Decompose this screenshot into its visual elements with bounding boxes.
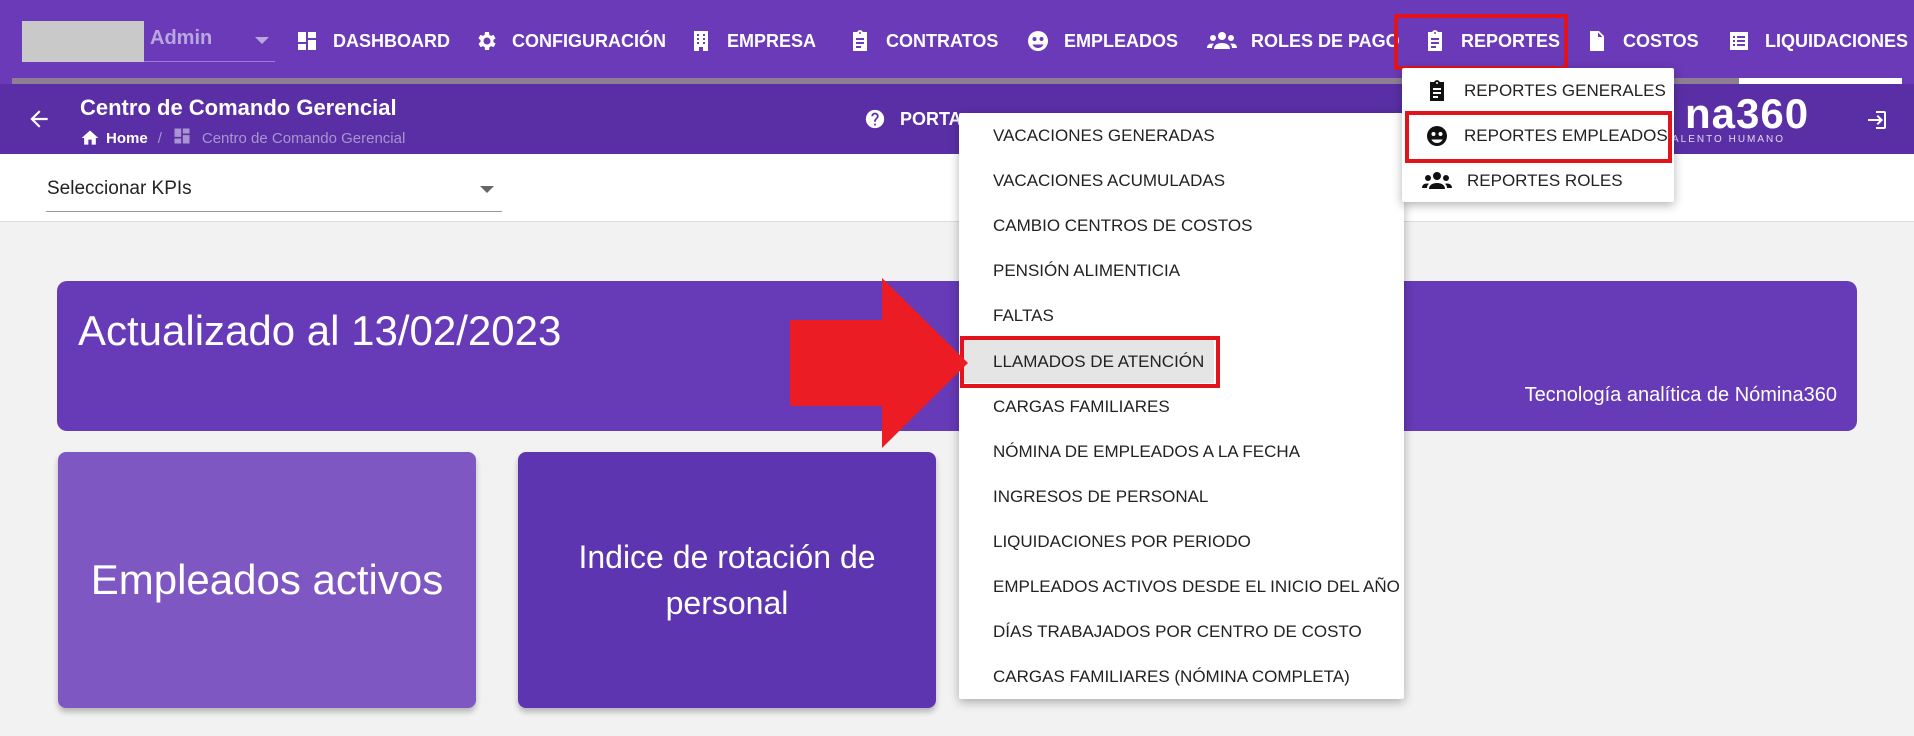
menu-item-vacaciones-acumuladas[interactable]: VACACIONES ACUMULADAS: [959, 158, 1404, 203]
nav-empleados[interactable]: EMPLEADOS: [1026, 22, 1178, 60]
nav-contratos[interactable]: CONTRATOS: [848, 22, 998, 60]
back-arrow-icon[interactable]: [26, 106, 52, 132]
kpi-select[interactable]: Seleccionar KPIs: [46, 176, 502, 212]
banner-subtitle: Tecnología analítica de Nómina360: [1524, 384, 1837, 406]
brand-tagline: ALENTO HUMANO: [1672, 134, 1786, 145]
portal-label: PORTA: [900, 108, 962, 129]
menu-item-faltas[interactable]: FALTAS: [959, 293, 1404, 338]
breadcrumb-separator: /: [157, 129, 162, 147]
chevron-down-icon: [255, 37, 269, 44]
reportes-empleados-submenu: VACACIONES GENERADAS VACACIONES ACUMULAD…: [959, 113, 1404, 699]
breadcrumb: Home / Centro de Comando Gerencial: [80, 126, 405, 150]
nav-empresa-label: EMPRESA: [727, 30, 817, 51]
logout-icon[interactable]: [1864, 108, 1888, 137]
nav-empresa[interactable]: EMPRESA: [689, 22, 816, 60]
nav-liquidaciones[interactable]: LIQUIDACIONES: [1727, 22, 1908, 60]
menu-item-reportes-empleados[interactable]: REPORTES EMPLEADOS: [1402, 113, 1674, 158]
kpi-card-title: Empleados activos: [90, 556, 444, 603]
portal-link[interactable]: PORTA: [864, 108, 962, 130]
menu-item-reportes-generales[interactable]: REPORTES GENERALES: [1402, 68, 1674, 113]
list-icon: [1730, 32, 1748, 50]
dashboard-icon: [172, 126, 198, 150]
nav-empleados-label: EMPLEADOS: [1064, 30, 1179, 51]
menu-item-cambio-centros-costos[interactable]: CAMBIO CENTROS DE COSTOS: [959, 203, 1404, 248]
menu-item-dias-trabajados[interactable]: DÍAS TRABAJADOS POR CENTRO DE COSTO: [959, 609, 1404, 654]
users-icon: [1422, 171, 1452, 189]
clipboard-icon: [853, 30, 867, 51]
invoice-icon: [1590, 31, 1604, 51]
menu-item-label: REPORTES GENERALES: [1464, 80, 1666, 100]
user-menu[interactable]: Admin: [22, 21, 275, 62]
nav-reportes[interactable]: REPORTES: [1423, 22, 1560, 60]
chevron-down-icon: [480, 186, 494, 193]
home-icon: [81, 130, 99, 145]
menu-item-llamados-atencion[interactable]: LLAMADOS DE ATENCIÓN: [959, 339, 1404, 384]
gear-icon: [478, 32, 496, 50]
dashboard-icon: [298, 32, 316, 50]
brand-logo: na360: [1685, 90, 1810, 137]
kpi-card-title: Indice de rotación de personal: [578, 539, 876, 621]
menu-item-label: REPORTES ROLES: [1467, 170, 1623, 190]
menu-item-reportes-roles[interactable]: REPORTES ROLES: [1402, 158, 1674, 203]
menu-item-liquidaciones-periodo[interactable]: LIQUIDACIONES POR PERIODO: [959, 519, 1404, 564]
help-icon: [865, 109, 885, 129]
kpi-card-empleados-activos[interactable]: Empleados activos: [58, 452, 476, 708]
breadcrumb-current: Centro de Comando Gerencial: [201, 129, 406, 147]
clipboard-icon: [1428, 30, 1442, 51]
user-name: Admin: [150, 27, 213, 49]
menu-item-ingresos-personal[interactable]: INGRESOS DE PERSONAL: [959, 474, 1404, 519]
kpi-card-rotacion[interactable]: Indice de rotación de personal: [518, 452, 936, 708]
nav-roles-de-pago[interactable]: ROLES DE PAGO: [1207, 22, 1400, 60]
menu-item-nomina-empleados[interactable]: NÓMINA DE EMPLEADOS A LA FECHA: [959, 429, 1404, 474]
nav-configuracion-label: CONFIGURACIÓN: [512, 30, 666, 51]
nav-dashboard[interactable]: DASHBOARD: [295, 22, 450, 60]
user-face-icon: [1028, 31, 1048, 51]
users-icon: [1207, 32, 1237, 49]
nav-dashboard-label: DASHBOARD: [333, 30, 450, 51]
nav-configuracion[interactable]: CONFIGURACIÓN: [474, 22, 666, 60]
menu-item-cargas-familiares[interactable]: CARGAS FAMILIARES: [959, 384, 1404, 429]
annotation-arrow-icon: [790, 278, 968, 448]
avatar: [22, 21, 144, 62]
nav-liquidaciones-label: LIQUIDACIONES: [1765, 30, 1909, 51]
nav-costos[interactable]: COSTOS: [1585, 22, 1699, 60]
user-face-icon: [1427, 125, 1447, 146]
nav-roles-label: ROLES DE PAGO: [1251, 30, 1400, 51]
menu-item-pension-alimenticia[interactable]: PENSIÓN ALIMENTICIA: [959, 248, 1404, 293]
menu-item-label: REPORTES EMPLEADOS: [1464, 125, 1668, 145]
nav-contratos-label: CONTRATOS: [886, 30, 999, 51]
menu-item-vacaciones-generadas[interactable]: VACACIONES GENERADAS: [959, 113, 1404, 158]
nav-costos-label: COSTOS: [1623, 30, 1699, 51]
banner-title: Actualizado al 13/02/2023: [78, 307, 562, 354]
nav-reportes-label: REPORTES: [1461, 30, 1561, 51]
reportes-dropdown: REPORTES GENERALES REPORTES EMPLEADOS RE…: [1402, 68, 1674, 202]
page-title: Centro de Comando Gerencial: [80, 95, 397, 120]
building-icon: [694, 31, 708, 51]
breadcrumb-home[interactable]: Home: [106, 130, 148, 147]
kpi-select-label: Seleccionar KPIs: [47, 178, 192, 199]
menu-item-cargas-familiares-completa[interactable]: CARGAS FAMILIARES (NÓMINA COMPLETA): [959, 654, 1404, 699]
menu-item-empleados-activos-anio[interactable]: EMPLEADOS ACTIVOS DESDE EL INICIO DEL AÑ…: [959, 564, 1404, 609]
clipboard-icon: [1430, 79, 1444, 101]
